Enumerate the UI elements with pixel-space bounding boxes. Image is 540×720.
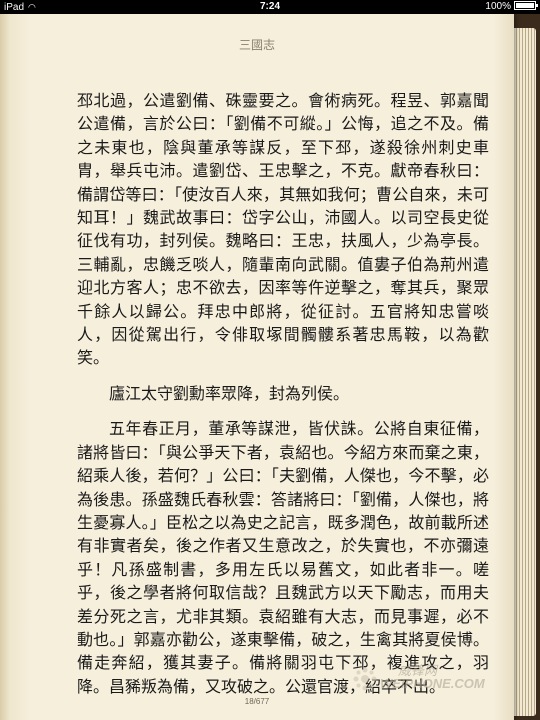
page-stack-edge [514,28,536,716]
battery-percent: 100% [485,1,511,12]
status-time: 7:24 [259,1,280,12]
paragraph[interactable]: 廬江太守劉勳率眾降，封為列侯。 [77,382,489,405]
watermark: 威锋网 WEIPHONE.COM [338,658,488,698]
watermark-en: WEIPHONE.COM [380,676,485,691]
paragraph[interactable]: 邳北過，公遣劉備、硃靈要之。會術病死。程昱、郭嘉聞公遣備，言於公曰：「劉備不可縱… [77,89,489,370]
status-right: 100% [485,0,538,14]
watermark-logo-icon [353,667,377,691]
page-content[interactable]: 邳北過，公遣劉備、硃靈要之。會術病死。程昱、郭嘉聞公遣備，言於公曰：「劉備不可縱… [77,89,489,710]
book-title[interactable]: 三國志 [0,36,514,53]
book-page[interactable]: 三國志 邳北過，公遣劉備、硃靈要之。會術病死。程昱、郭嘉聞公遣備，言於公曰：「劉… [0,14,514,720]
paragraph[interactable]: 五年春正月，董承等謀泄，皆伏誅。公將自東征備，諸將皆曰：「與公爭天下者，袁紹也。… [77,417,489,698]
battery-icon [514,1,538,10]
page-number: 18/677 [244,697,270,706]
book-view[interactable]: 三國志 邳北過，公遣劉備、硃靈要之。會術病死。程昱、郭嘉聞公遣備，言於公曰：「劉… [0,14,540,720]
battery-fill [516,3,534,8]
status-bar: iPad ◠ 7:24 100% [0,0,540,14]
